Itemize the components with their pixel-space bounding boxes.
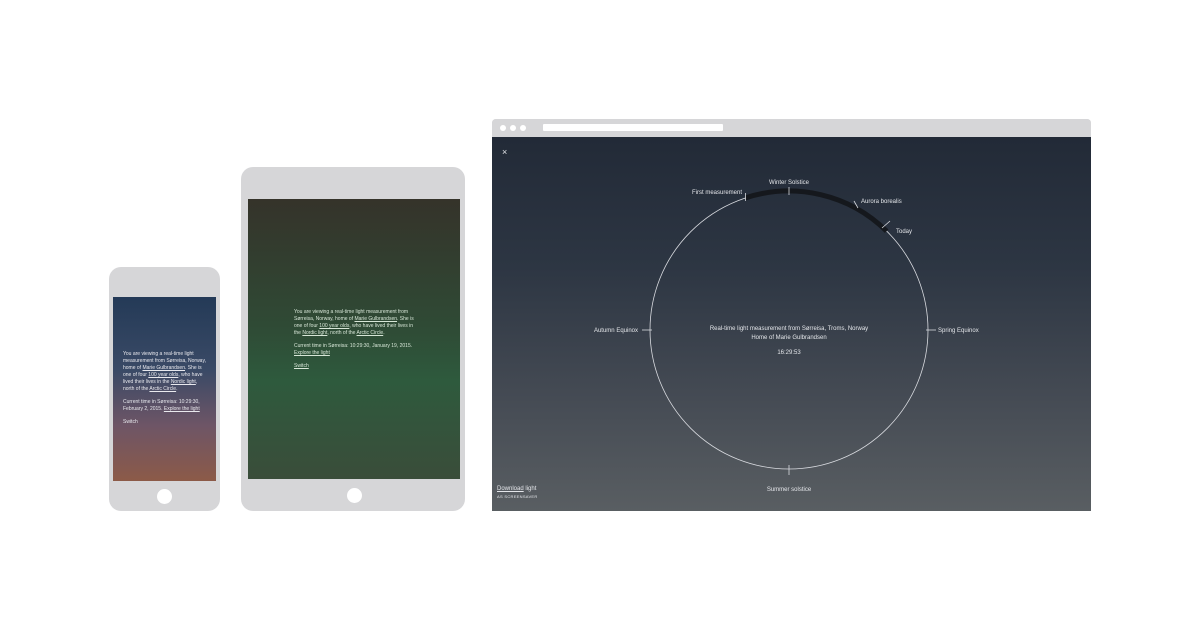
label-today: Today bbox=[896, 229, 912, 235]
tablet-link-olds[interactable]: 100 year olds bbox=[319, 323, 349, 329]
download-line: Download light bbox=[497, 486, 538, 493]
label-autumn-equinox: Autumn Equinox bbox=[594, 328, 638, 334]
tablet-device: You are viewing a real-time light measur… bbox=[241, 167, 465, 511]
window-maximize-dot[interactable] bbox=[520, 125, 526, 131]
tablet-time-paragraph: Current time in Sørreisa: 10:29:30, Janu… bbox=[294, 343, 418, 357]
phone-link-circle[interactable]: Arctic Circle bbox=[149, 386, 176, 392]
tablet-link-explore[interactable]: Explore the light bbox=[294, 350, 330, 356]
phone-link-explore[interactable]: Explore the light bbox=[164, 406, 200, 412]
label-summer-solstice: Summer solstice bbox=[767, 487, 812, 493]
download-link[interactable]: Download bbox=[497, 486, 524, 492]
phone-intro-paragraph: You are viewing a real-time light measur… bbox=[123, 351, 209, 393]
phone-intro-text: You are viewing a real-time light measur… bbox=[123, 351, 209, 432]
label-first-measurement: First measurement bbox=[692, 190, 742, 196]
phone-link-person[interactable]: Marie Gulbrandsen bbox=[142, 365, 185, 371]
tablet-intro-part: , north of the bbox=[327, 330, 357, 336]
download-subtitle: AS SCREENSAVER bbox=[497, 494, 538, 499]
browser-title-bar bbox=[492, 119, 1091, 137]
phone-intro-part: . bbox=[176, 386, 178, 392]
tablet-intro-text: You are viewing a real-time light measur… bbox=[294, 309, 418, 376]
tablet-intro-part: . bbox=[383, 330, 385, 336]
phone-link-olds[interactable]: 100 year olds bbox=[148, 372, 178, 378]
label-aurora-borealis: Aurora borealis bbox=[861, 199, 902, 205]
phone-link-light[interactable]: Nordic light bbox=[171, 379, 196, 385]
download-rest: light bbox=[523, 486, 537, 492]
label-spring-equinox: Spring Equinox bbox=[938, 328, 979, 334]
label-winter-solstice: Winter Solstice bbox=[769, 180, 810, 186]
tablet-link-circle[interactable]: Arctic Circle bbox=[357, 330, 384, 336]
window-minimize-dot[interactable] bbox=[510, 125, 516, 131]
tablet-link-light[interactable]: Nordic light bbox=[302, 330, 327, 336]
phone-time-paragraph: Current time in Sørreisa: 10:29:30, Febr… bbox=[123, 399, 209, 413]
measured-arc bbox=[744, 188, 889, 233]
address-bar[interactable] bbox=[543, 124, 723, 131]
phone-home-button bbox=[157, 489, 172, 504]
center-subtitle: Home of Marie Gulbrandsen bbox=[751, 335, 826, 341]
phone-switch-link[interactable]: Switch bbox=[123, 419, 209, 426]
tablet-screen: You are viewing a real-time light measur… bbox=[248, 199, 460, 479]
browser-window: × Winter Solstice First measurement Auro… bbox=[492, 119, 1091, 511]
tablet-switch-link[interactable]: Switch bbox=[294, 363, 418, 370]
tablet-intro-paragraph: You are viewing a real-time light measur… bbox=[294, 309, 418, 337]
window-close-dot[interactable] bbox=[500, 125, 506, 131]
download-block: Download light AS SCREENSAVER bbox=[497, 486, 538, 500]
light-year-dial: Winter Solstice First measurement Aurora… bbox=[594, 180, 979, 493]
tablet-time-text: Current time in Sørreisa: 10:29:30, Janu… bbox=[294, 343, 413, 349]
center-clock: 16:29:53 bbox=[777, 350, 801, 356]
tablet-home-button bbox=[347, 488, 362, 503]
phone-screen: You are viewing a real-time light measur… bbox=[113, 297, 216, 481]
phone-device: You are viewing a real-time light measur… bbox=[109, 267, 220, 511]
browser-screen: × Winter Solstice First measurement Auro… bbox=[492, 137, 1091, 511]
tablet-link-person[interactable]: Marie Gulbrandsen bbox=[354, 316, 397, 322]
center-title: Real-time light measurement from Sørreis… bbox=[710, 326, 868, 332]
